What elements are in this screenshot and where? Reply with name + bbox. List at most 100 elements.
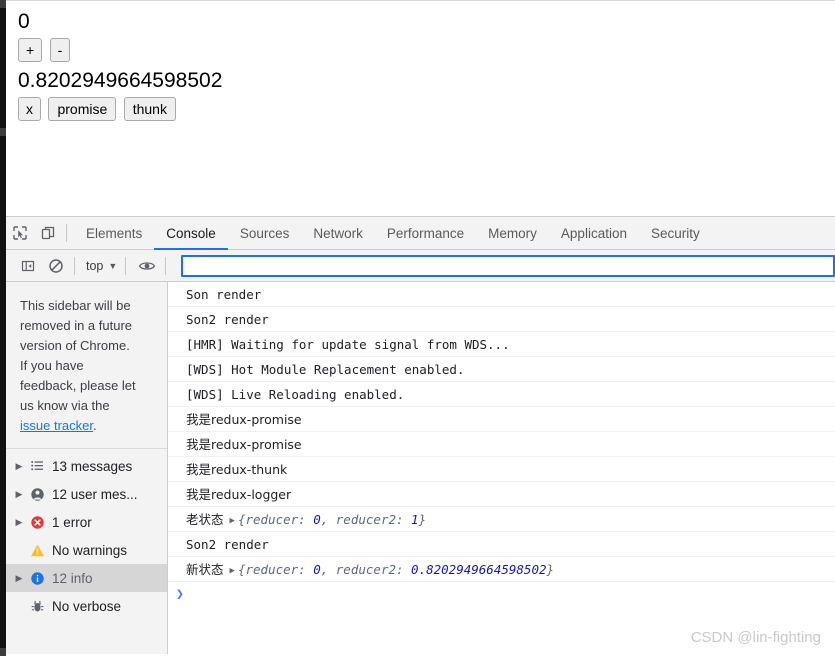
console-filter-toolbar: top ▼	[6, 250, 835, 282]
prompt-chevron-icon: ❯	[176, 587, 184, 602]
page-viewport: 0 + - 0.8202949664598502 x promise thunk	[6, 0, 835, 216]
object-expand-triangle-icon[interactable]: ▶	[230, 509, 235, 534]
console-message-text: Son render	[186, 287, 262, 302]
console-message-text: [WDS] Live Reloading enabled.	[186, 387, 405, 402]
object-suffix: }	[546, 562, 555, 577]
warning-icon	[26, 543, 48, 558]
info-icon	[26, 571, 48, 586]
object-value-1: 0	[313, 562, 321, 577]
console-message-text: 新状态	[186, 562, 224, 577]
counter-button-row: + -	[18, 38, 835, 66]
sidebar-message-filters: ▶ 13 messages ▶ 12 user mes... ▶ 1 error…	[6, 449, 167, 620]
filterbar-divider-2	[125, 256, 127, 275]
issue-tracker-link[interactable]: issue tracker	[20, 418, 93, 433]
sidebar-item-errors[interactable]: ▶ 1 error	[6, 508, 167, 536]
console-message-text: 我是redux-promise	[186, 437, 302, 452]
notice-line-1: This sidebar will be	[20, 298, 131, 313]
console-message-text: Son2 render	[186, 312, 269, 327]
console-message[interactable]: Son2 render	[168, 532, 835, 557]
console-message[interactable]: 我是redux-thunk	[168, 457, 835, 482]
object-preview: {reducer: 0, reducer2: 1}	[238, 512, 426, 527]
device-toolbar-icon[interactable]	[34, 219, 62, 247]
console-message[interactable]: 我是redux-logger	[168, 482, 835, 507]
decrement-button[interactable]: -	[49, 38, 71, 62]
console-message[interactable]: [WDS] Live Reloading enabled.	[168, 382, 835, 407]
notice-line-6: us know via the	[20, 398, 110, 413]
expand-triangle-icon[interactable]: ▶	[12, 517, 26, 528]
filterbar-divider-1	[74, 256, 75, 275]
console-message-text: 老状态	[186, 512, 224, 527]
inspect-element-icon[interactable]	[6, 219, 34, 247]
filterbar-divider-3	[165, 256, 167, 275]
console-message[interactable]: Son2 render	[168, 307, 835, 332]
counter-value: 0	[18, 10, 30, 33]
async-button-row: x promise thunk	[18, 97, 835, 125]
object-value-2: 1	[411, 512, 419, 527]
expand-triangle-icon[interactable]: ▶	[12, 489, 26, 500]
tab-sources[interactable]: Sources	[228, 217, 302, 250]
console-message-text: Son2 render	[186, 537, 269, 552]
clear-console-icon[interactable]	[42, 252, 70, 280]
sidebar-item-warnings[interactable]: ▶ No warnings	[6, 536, 167, 564]
expand-triangle-icon[interactable]: ▶	[12, 461, 26, 472]
notice-line-7: issue tracker.	[20, 416, 153, 436]
sidebar-item-label: 12 user mes...	[52, 486, 138, 502]
console-sidebar: This sidebar will be removed in a future…	[6, 282, 168, 654]
sidebar-item-info[interactable]: ▶ 12 info	[6, 564, 167, 592]
console-message-text: 我是redux-thunk	[186, 462, 288, 477]
object-prefix: {reducer:	[237, 562, 314, 577]
notice-line-5: feedback, please let	[20, 378, 136, 393]
console-message[interactable]: 我是redux-promise	[168, 432, 835, 457]
console-message-text: 我是redux-promise	[186, 412, 302, 427]
devtools-tabbar: Elements Console Sources Network Perform…	[6, 216, 835, 250]
console-message[interactable]: [HMR] Waiting for update signal from WDS…	[168, 332, 835, 357]
live-expression-eye-icon[interactable]	[133, 252, 161, 280]
tab-console[interactable]: Console	[154, 217, 228, 250]
notice-period: .	[92, 418, 97, 433]
console-message-text: [HMR] Waiting for update signal from WDS…	[186, 337, 510, 352]
tab-performance[interactable]: Performance	[375, 217, 476, 250]
console-message-object[interactable]: 新状态 ▶ {reducer: 0, reducer2: 0.82029496645…	[168, 557, 835, 582]
tab-memory[interactable]: Memory	[476, 217, 549, 250]
sidebar-item-verbose[interactable]: ▶	[6, 592, 167, 620]
sidebar-item-user-messages[interactable]: ▶ 12 user mes...	[6, 480, 167, 508]
sidebar-deprecation-notice: This sidebar will be removed in a future…	[6, 282, 167, 449]
bug-icon	[26, 599, 48, 614]
notice-line-3: version of Chrome.	[20, 338, 130, 353]
increment-button[interactable]: +	[18, 38, 43, 62]
tab-application[interactable]: Application	[549, 217, 639, 250]
javascript-context-select[interactable]: top ▼	[82, 259, 121, 273]
console-prompt[interactable]: ❯	[168, 582, 835, 607]
console-message-object[interactable]: 老状态 ▶ {reducer: 0, reducer2: 1}	[168, 507, 835, 532]
object-expand-triangle-icon[interactable]: ▶	[230, 559, 235, 584]
list-icon	[26, 459, 48, 474]
thunk-button[interactable]: thunk	[123, 97, 176, 121]
console-message-list[interactable]: Son render Son2 render [HMR] Waiting for…	[168, 282, 835, 654]
object-prefix: {reducer:	[237, 512, 314, 527]
console-filter-input[interactable]	[181, 254, 835, 277]
devtools-panel: Elements Console Sources Network Perform…	[6, 216, 835, 656]
sidebar-item-messages[interactable]: ▶ 13 messages	[6, 452, 167, 480]
tab-security[interactable]: Security	[639, 217, 712, 250]
expand-triangle-icon[interactable]: ▶	[12, 573, 26, 584]
random-value: 0.8202949664598502	[18, 69, 223, 92]
object-preview: {reducer: 0, reducer2: 0.820294966459850…	[238, 562, 554, 577]
context-label: top	[86, 258, 104, 273]
sidebar-item-label: 13 messages	[52, 458, 133, 474]
notice-line-2: removed in a future	[20, 318, 133, 333]
console-message[interactable]: Son render	[168, 282, 835, 307]
tab-network[interactable]: Network	[301, 217, 375, 250]
toggle-console-sidebar-icon[interactable]	[14, 252, 42, 280]
object-mid: , reducer2:	[320, 562, 412, 577]
console-body: This sidebar will be removed in a future…	[6, 282, 835, 654]
tab-elements[interactable]: Elements	[74, 217, 154, 250]
sidebar-item-label: 12 info	[52, 570, 93, 586]
screenshot-root: 0 + - 0.8202949664598502 x promise thunk	[0, 0, 835, 656]
error-icon	[26, 515, 48, 530]
console-message[interactable]: [WDS] Hot Module Replacement enabled.	[168, 357, 835, 382]
object-mid: , reducer2:	[320, 512, 412, 527]
promise-button[interactable]: promise	[48, 97, 117, 121]
x-button[interactable]: x	[18, 97, 41, 121]
console-message[interactable]: 我是redux-promise	[168, 407, 835, 432]
console-message-text: [WDS] Hot Module Replacement enabled.	[186, 362, 465, 377]
